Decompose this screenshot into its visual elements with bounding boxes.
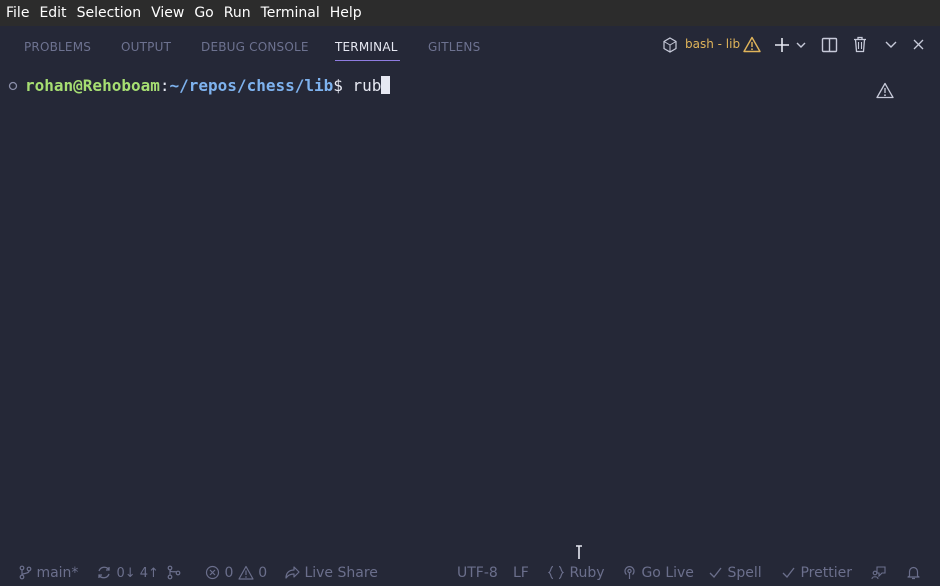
sync-status[interactable]: 0↓ 4↑: [96, 565, 159, 581]
menu-go[interactable]: Go: [194, 0, 213, 26]
bell-icon: [907, 566, 920, 580]
live-share-label: Live Share: [304, 565, 378, 581]
tab-terminal[interactable]: TERMINAL: [335, 40, 398, 54]
language-label: Ruby: [569, 565, 605, 581]
live-share-button[interactable]: Live Share: [284, 565, 378, 581]
prompt-line: rohan@Rehoboam:~/repos/chess/lib$ rub: [25, 76, 391, 95]
menu-selection[interactable]: Selection: [77, 0, 142, 26]
go-live-button[interactable]: Go Live: [622, 565, 694, 581]
spell-check-status[interactable]: Spell: [708, 565, 762, 581]
encoding-status[interactable]: UTF-8: [457, 565, 498, 581]
terminal-area[interactable]: rohan@Rehoboam:~/repos/chess/lib$ rub: [0, 66, 940, 562]
broadcast-icon: [624, 566, 635, 579]
error-count: 0: [224, 565, 234, 581]
menu-terminal[interactable]: Terminal: [261, 0, 320, 26]
feedback-icon: [871, 566, 886, 580]
tab-output[interactable]: OUTPUT: [121, 40, 171, 54]
active-tab-indicator: [335, 60, 400, 61]
command-decoration-icon: [8, 81, 18, 91]
prettier-label: Prettier: [800, 565, 852, 581]
new-terminal-plus-icon[interactable]: [773, 36, 791, 54]
tab-debug-console[interactable]: DEBUG CONSOLE: [201, 40, 309, 54]
error-icon: [205, 565, 220, 580]
tab-problems[interactable]: PROBLEMS: [24, 40, 91, 54]
branch-status[interactable]: main*: [18, 565, 78, 581]
status-bar: main* 0↓ 4↑ 0 0 Live Share UTF-8 LF Ruby…: [0, 559, 940, 586]
prompt-separator: :: [159, 76, 170, 95]
braces-icon: [547, 565, 565, 580]
sync-counts: 0↓ 4↑: [116, 566, 159, 581]
terminal-cursor: [381, 76, 391, 94]
menu-view[interactable]: View: [151, 0, 184, 26]
menu-bar: File Edit Selection View Go Run Terminal…: [0, 0, 940, 26]
menu-edit[interactable]: Edit: [39, 0, 66, 26]
eol-status[interactable]: LF: [513, 565, 529, 581]
typed-command: rub: [352, 76, 382, 95]
prompt-path: ~/repos/chess/lib: [169, 76, 334, 95]
warning-status-icon: [238, 565, 254, 580]
branch-name: main*: [36, 565, 79, 581]
menu-help[interactable]: Help: [330, 0, 362, 26]
close-panel-icon[interactable]: [912, 38, 925, 51]
go-live-label: Go Live: [641, 565, 694, 581]
check-icon: [709, 567, 722, 578]
notifications-button[interactable]: [906, 565, 921, 581]
sync-icon: [98, 566, 110, 579]
trash-icon[interactable]: [852, 36, 868, 53]
maximize-panel-chevron-icon[interactable]: [884, 40, 898, 50]
prettier-status[interactable]: Prettier: [781, 565, 852, 581]
prompt-dollar: $: [333, 76, 353, 95]
source-control-status[interactable]: [166, 565, 182, 581]
prompt-user-host: rohan@Rehoboam: [25, 76, 160, 95]
chevron-down-icon[interactable]: [795, 40, 807, 50]
source-control-graph-icon: [167, 565, 181, 580]
terminal-selector[interactable]: bash - lib: [685, 37, 740, 51]
terminal-warning-icon[interactable]: [876, 82, 894, 99]
feedback-button[interactable]: [871, 565, 887, 581]
panel-header: PROBLEMS OUTPUT DEBUG CONSOLE TERMINAL G…: [0, 26, 940, 66]
git-branch-icon: [19, 565, 32, 580]
menu-file[interactable]: File: [6, 0, 29, 26]
menu-run[interactable]: Run: [224, 0, 251, 26]
warning-count: 0: [258, 565, 268, 581]
warning-icon[interactable]: [743, 36, 761, 53]
live-share-icon: [285, 566, 300, 579]
split-terminal-icon[interactable]: [821, 37, 838, 53]
bash-terminal-icon: [663, 37, 677, 53]
language-mode[interactable]: Ruby: [547, 565, 605, 581]
prettier-check-icon: [782, 567, 795, 578]
tab-gitlens[interactable]: GITLENS: [428, 40, 480, 54]
problems-status[interactable]: 0 0: [205, 565, 267, 581]
spell-label: Spell: [727, 565, 762, 581]
